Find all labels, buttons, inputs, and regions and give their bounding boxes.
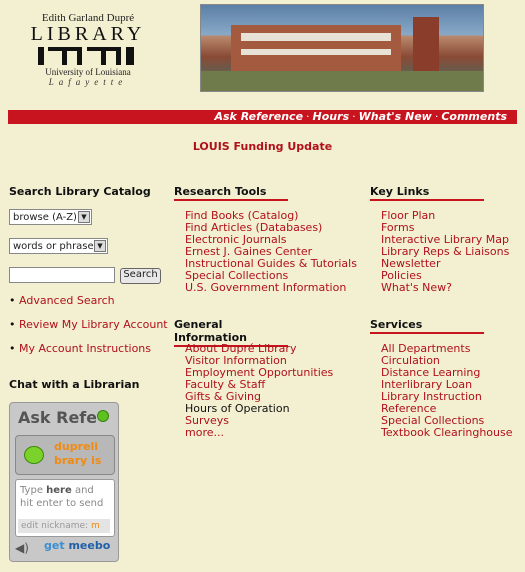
logo-university-text: University of Louisiana — [45, 67, 131, 77]
msg-bold: here — [46, 485, 72, 496]
services-heading: Services — [370, 318, 484, 334]
msg-pre: Type — [20, 485, 47, 496]
search-button[interactable]: Search — [120, 268, 161, 284]
words-select[interactable]: words or phrase ▼ — [9, 238, 108, 254]
review-account-item: • Review My Library Account — [9, 318, 168, 331]
nav-separator: · — [306, 110, 310, 123]
key-links-heading: Key Links — [370, 185, 484, 201]
nav-links: Ask Reference · Hours · What's New · Comments — [215, 110, 508, 124]
account-instructions-link[interactable]: My Account Instructions — [19, 342, 151, 355]
nav-whats-new[interactable]: What's New — [359, 110, 432, 123]
chevron-down-icon: ▼ — [94, 240, 106, 252]
research-tools-list: Find Books (Catalog) Find Articles (Data… — [185, 210, 357, 294]
browse-select[interactable]: browse (A-Z) ▼ — [9, 209, 92, 225]
library-logo[interactable]: Edith Garland Dupré LIBRARY University o… — [28, 12, 148, 87]
get-meebo-link[interactable]: get meebo — [44, 539, 110, 552]
meebo-chat-widget: Ask Reference dupreli brary is Type here… — [9, 402, 119, 562]
chat-user-panel: dupreli brary is — [15, 435, 115, 475]
services-link[interactable]: Textbook Clearinghouse — [381, 427, 513, 439]
nav-hours[interactable]: Hours — [313, 110, 350, 123]
msg-post: and — [71, 485, 94, 496]
nav-ask-reference[interactable]: Ask Reference — [215, 110, 304, 123]
chat-bubble-icon — [24, 446, 44, 464]
general-more-link[interactable]: more... — [185, 427, 333, 439]
edit-nickname-field[interactable]: edit nickname: m — [18, 519, 110, 533]
brand-meebo: meebo — [68, 539, 111, 552]
bullet-icon: • — [9, 342, 16, 355]
chat-message-placeholder: Type here and hit enter to send — [20, 484, 103, 510]
general-info-list: About Dupré Library Visitor Information … — [185, 343, 333, 439]
account-instructions-item: • My Account Instructions — [9, 342, 151, 355]
brand-get: get — [44, 539, 65, 552]
nav-separator: · — [434, 110, 439, 123]
research-tools-heading: Research Tools — [174, 185, 288, 201]
key-links-list: Floor Plan Forms Interactive Library Map… — [381, 210, 509, 294]
nav-separator: · — [352, 110, 356, 123]
services-list: All Departments Circulation Distance Lea… — [381, 343, 513, 439]
search-catalog-heading: Search Library Catalog — [9, 185, 151, 198]
browse-select-value: browse (A-Z) — [13, 212, 77, 223]
chat-username-line2: brary is — [54, 454, 102, 467]
nickname-value: m — [90, 521, 100, 531]
chevron-down-icon: ▼ — [78, 211, 90, 223]
chat-username: dupreli brary is — [54, 440, 112, 468]
advanced-search-item: • Advanced Search — [9, 294, 115, 307]
research-link[interactable]: U.S. Government Information — [185, 282, 357, 294]
chat-widget-title: Ask Reference — [18, 408, 96, 427]
bullet-icon: • — [9, 294, 16, 307]
nickname-label: edit nickname: — [21, 521, 89, 531]
logo-mark — [32, 47, 144, 67]
funding-update-link[interactable]: LOUIS Funding Update — [0, 140, 525, 153]
logo-library-text: LIBRARY — [30, 23, 146, 45]
chat-heading: Chat with a Librarian — [9, 378, 140, 391]
words-select-value: words or phrase — [13, 241, 94, 252]
key-link[interactable]: What's New? — [381, 282, 509, 294]
bullet-icon: • — [9, 318, 16, 331]
catalog-search-input[interactable] — [9, 267, 115, 283]
review-account-link[interactable]: Review My Library Account — [19, 318, 168, 331]
chat-username-line1: dupreli — [54, 440, 99, 453]
chat-message-input[interactable]: Type here and hit enter to send edit nick… — [15, 479, 115, 537]
msg-line2: hit enter to send — [20, 498, 104, 509]
speaker-icon[interactable]: ◀) — [15, 541, 29, 555]
online-status-icon — [97, 410, 109, 422]
logo-city-text: Lafayette — [48, 77, 128, 87]
library-building-photo — [200, 4, 484, 92]
nav-comments[interactable]: Comments — [441, 110, 507, 123]
advanced-search-link[interactable]: Advanced Search — [19, 294, 115, 307]
top-nav-bar: Ask Reference · Hours · What's New · Comments — [8, 110, 517, 124]
